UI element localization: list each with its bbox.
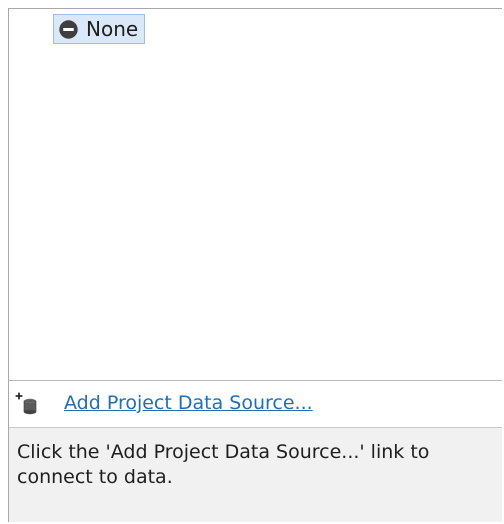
data-source-picker: None Add Project Data Source... Click th… [8,8,502,522]
help-text: Click the 'Add Project Data Source...' l… [17,441,430,488]
tree-item-label: None [86,17,139,41]
help-panel: Click the 'Add Project Data Source...' l… [9,427,502,522]
data-source-tree[interactable]: None [9,9,502,380]
add-database-icon [15,392,37,415]
tree-item-none[interactable]: None [53,14,146,44]
none-circle-icon [59,19,78,39]
add-project-data-source-row: Add Project Data Source... [9,381,502,427]
add-project-data-source-link[interactable]: Add Project Data Source... [64,394,313,413]
